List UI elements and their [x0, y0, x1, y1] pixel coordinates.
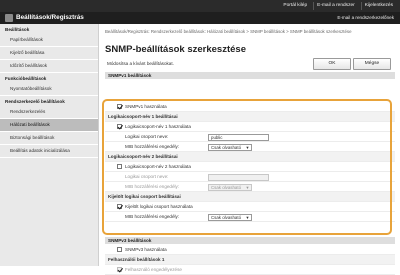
app-header: Beállítások/Regisztrás E-mail a rendszer… — [0, 12, 400, 24]
dedicated-heading: Kijelölt logikai csoport beállításai — [105, 192, 395, 202]
dedicated-use-row: Kijelölt logikai csoport használata — [105, 202, 395, 212]
lcn2-name-input[interactable] — [208, 173, 269, 181]
user1-use-row: Felhasználó engedélyezése — [105, 265, 395, 275]
sidebar-item-paper[interactable]: Papírbeállítások — [0, 34, 98, 47]
top-link-mail[interactable]: E-mail a rendszer — [313, 2, 358, 10]
lcn2-use-label: Logikaicsoport-név 2 használata — [125, 164, 191, 169]
snmpv3-use-checkbox[interactable] — [117, 247, 122, 252]
lcn1-mib-select[interactable]: Csak olvasható ▼ — [208, 143, 252, 151]
snmpv1-use-row: SNMPv1 használata — [105, 102, 395, 112]
user1-enable-checkbox[interactable] — [117, 267, 122, 272]
main-content: Beállítások/Regisztrás: Rendszerkezelő b… — [102, 24, 395, 275]
snmpv1-use-checkbox[interactable] — [117, 104, 122, 109]
lcn2-mib-label: MIB hozzáférési engedély: — [125, 184, 180, 189]
lcn1-mib-label: MIB hozzáférési engedély: — [125, 144, 180, 149]
lcn1-use-row: Logikaicsoport-név 1 használata — [105, 122, 395, 132]
app-title: Beállítások/Regisztrás — [16, 14, 84, 21]
lcn2-use-row: Logikaicsoport-név 2 használata — [105, 162, 395, 172]
action-line: Módosítsa a kívánt beállításokat. OK Még… — [105, 57, 395, 71]
sidebar-item-printer[interactable]: Nyomtatóbeállítások — [0, 83, 98, 96]
instruction-text: Módosítsa a kívánt beállításokat. — [107, 61, 174, 66]
sidebar-item-system[interactable]: Rendszerkezelés — [0, 106, 98, 119]
dedicated-mib-select[interactable]: Csak olvasható ▼ — [208, 213, 252, 221]
lcn2-mib-value: Csak olvasható — [211, 184, 242, 190]
dedicated-use-label: Kijelölt logikai csoport használata — [125, 204, 193, 209]
page-title: SNMP-beállítások szerkesztése — [105, 44, 246, 55]
lcn2-name-row: Logikai csoport neve: — [105, 172, 395, 182]
ok-button[interactable]: OK — [313, 58, 351, 70]
lcn1-name-label: Logikai csoport neve: — [125, 134, 169, 139]
top-utility-bar: Portál kilép E-mail a rendszer Kijelentk… — [0, 0, 400, 12]
sidebar-item-timer[interactable]: Időzítő beállítások — [0, 60, 98, 73]
snmpv3-use-row: SNMPv3 használata — [105, 245, 395, 255]
lcn2-use-checkbox[interactable] — [117, 164, 122, 169]
dedicated-mib-value: Csak olvasható — [211, 214, 242, 220]
lcn1-mib-value: Csak olvasható — [211, 144, 242, 150]
dedicated-use-checkbox[interactable] — [117, 204, 122, 209]
snmpv1-section-header: SNMPv1 beállítások — [105, 72, 395, 79]
user1-enable-label: Felhasználó engedélyezése — [125, 267, 182, 272]
lcn1-use-label: Logikaicsoport-név 1 használata — [125, 124, 191, 129]
sidebar-heading-admin: Rendszerkezelő beállítások — [5, 99, 65, 104]
chevron-down-icon: ▼ — [245, 144, 250, 150]
lcn2-heading: Logikaicsoport-név 2 beállításai — [105, 152, 395, 162]
dedicated-mib-row: MIB hozzáférési engedély: Csak olvasható… — [105, 212, 395, 222]
lcn2-name-label: Logikai csoport neve: — [125, 174, 169, 179]
top-links: Portál kilép E-mail a rendszer Kijelentk… — [280, 2, 396, 10]
top-link-logout[interactable]: Kijelentkezés — [360, 2, 396, 10]
sidebar-heading-settings: Beállítások — [5, 27, 30, 32]
sidebar-item-network[interactable]: Hálózati beállítások — [0, 119, 98, 132]
top-link-portal[interactable]: Portál kilép — [280, 2, 310, 10]
dedicated-mib-label: MIB hozzáférési engedély: — [125, 214, 180, 219]
lcn1-name-row: Logikai csoport neve: public — [105, 132, 395, 142]
snmpv1-use-label: SNMPv1 használata — [125, 104, 167, 109]
chevron-down-icon: ▼ — [245, 184, 250, 190]
snmpv3-use-label: SNMPv3 használata — [125, 247, 167, 252]
lcn1-use-checkbox[interactable] — [117, 124, 122, 129]
sidebar-item-display[interactable]: Kijelző beállítása — [0, 47, 98, 60]
breadcrumb[interactable]: Beállítások/Regisztrás: Rendszerkezelő b… — [105, 29, 375, 35]
cancel-button[interactable]: Mégse — [353, 58, 391, 70]
sidebar-item-init[interactable]: Beállítás adatok inicializálása — [0, 145, 98, 158]
settings-icon — [5, 14, 13, 22]
user1-heading: Felhasználói beállítások 1 — [105, 255, 395, 265]
sidebar-heading-functions: Funkcióbeállítások — [5, 76, 47, 81]
lcn1-heading: Logikaicsoport-név 1 beállításai — [105, 112, 395, 122]
lcn2-mib-select[interactable]: Csak olvasható ▼ — [208, 183, 252, 191]
mail-admin-link[interactable]: E-mail a rendszerkezelőnek — [337, 14, 394, 22]
sidebar: Beállítások Papírbeállítások Kijelző beá… — [0, 24, 99, 266]
snmpv3-section-header: SNMPv3 beállítások — [105, 237, 395, 244]
sidebar-item-security[interactable]: Biztonsági beállítások — [0, 132, 98, 145]
lcn1-mib-row: MIB hozzáférési engedély: Csak olvasható… — [105, 142, 395, 152]
lcn1-name-input[interactable]: public — [208, 133, 269, 141]
lcn2-mib-row: MIB hozzáférési engedély: Csak olvasható… — [105, 182, 395, 192]
chevron-down-icon: ▼ — [245, 214, 250, 220]
